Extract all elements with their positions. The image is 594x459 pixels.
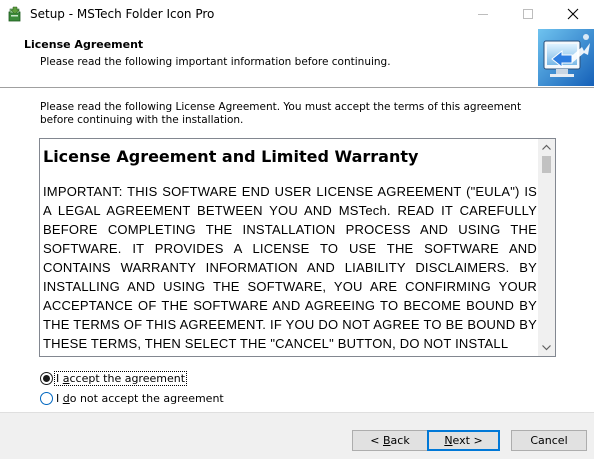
- back-button[interactable]: < Back: [352, 430, 428, 451]
- button-bar: < Back Next > Cancel: [0, 412, 594, 459]
- cancel-button[interactable]: Cancel: [511, 430, 587, 451]
- license-body: IMPORTANT: THIS SOFTWARE END USER LICENS…: [43, 184, 537, 351]
- scroll-up-button[interactable]: [538, 139, 555, 156]
- decline-agreement-label[interactable]: I do not accept the agreement: [55, 392, 225, 405]
- title-bar: Setup - MSTech Folder Icon Pro: [0, 0, 594, 28]
- chevron-up-icon: [542, 144, 551, 150]
- window-title: Setup - MSTech Folder Icon Pro: [30, 7, 215, 21]
- minimize-icon: [478, 14, 488, 15]
- license-textbox[interactable]: License Agreement and Limited Warranty I…: [39, 138, 556, 357]
- scroll-thumb[interactable]: [542, 156, 551, 173]
- instructions-text: Please read the following License Agreem…: [40, 101, 522, 126]
- page-title: License Agreement: [24, 38, 144, 51]
- scroll-down-button[interactable]: [538, 339, 555, 356]
- close-icon: [567, 8, 579, 20]
- maximize-button[interactable]: [505, 0, 551, 28]
- maximize-icon: [523, 9, 533, 19]
- wizard-header: License Agreement Please read the follow…: [0, 28, 594, 86]
- installer-icon: [7, 6, 23, 22]
- decline-agreement-radio[interactable]: I do not accept the agreement: [40, 390, 225, 406]
- radio-button-checked[interactable]: [40, 371, 53, 385]
- accept-agreement-radio[interactable]: I accept the agreement: [40, 370, 188, 386]
- license-heading: License Agreement and Limited Warranty: [43, 147, 419, 166]
- vertical-scrollbar[interactable]: [538, 139, 555, 356]
- accept-agreement-label[interactable]: I accept the agreement: [53, 370, 188, 386]
- next-button[interactable]: Next >: [427, 430, 500, 451]
- license-content: License Agreement and Limited Warranty I…: [43, 147, 537, 353]
- page-subtitle: Please read the following important info…: [40, 56, 391, 68]
- radio-button-unchecked[interactable]: [40, 391, 53, 405]
- minimize-button[interactable]: [460, 0, 506, 28]
- header-divider-highlight: [0, 88, 594, 89]
- close-button[interactable]: [550, 0, 594, 28]
- chevron-down-icon: [542, 345, 551, 351]
- wizard-logo-icon: [538, 29, 594, 86]
